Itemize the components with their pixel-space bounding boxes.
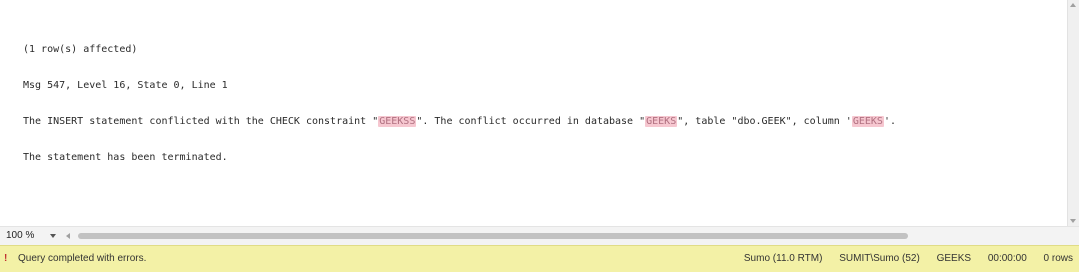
horizontal-scrollbar[interactable] bbox=[64, 231, 1064, 241]
chevron-down-icon[interactable] bbox=[50, 234, 56, 238]
column-name-redacted: GEEKS bbox=[851, 116, 884, 127]
zoom-value: 100 % bbox=[6, 230, 35, 241]
zoom-dropdown[interactable]: 100 % bbox=[4, 229, 60, 242]
status-server: Sumo (11.0 RTM) bbox=[743, 253, 823, 264]
error-detail-text: '. bbox=[883, 116, 896, 127]
horizontal-scroll-thumb[interactable] bbox=[78, 233, 908, 239]
scroll-left-icon[interactable] bbox=[66, 233, 70, 239]
database-name-redacted: GEEKS bbox=[645, 116, 678, 127]
constraint-name-redacted: GEEKSS bbox=[378, 116, 417, 127]
zoom-and-scroll-row: 100 % bbox=[0, 226, 1079, 245]
status-elapsed-time: 00:00:00 bbox=[987, 253, 1027, 264]
messages-pane[interactable]: (1 row(s) affected) Msg 547, Level 16, S… bbox=[0, 0, 1067, 226]
status-details: Sumo (11.0 RTM) SUMIT\Sumo (52) GEEKS 00… bbox=[730, 253, 1073, 265]
status-message: Query completed with errors. bbox=[18, 253, 147, 264]
scroll-up-icon[interactable] bbox=[1070, 3, 1076, 7]
vertical-scrollbar[interactable] bbox=[1067, 0, 1079, 226]
error-detail-text: ". The conflict occurred in database " bbox=[416, 116, 646, 127]
status-row-count: 0 rows bbox=[1043, 253, 1073, 264]
status-login: SUMIT\Sumo (52) bbox=[839, 253, 920, 264]
message-line-error-header: Msg 547, Level 16, State 0, Line 1 bbox=[23, 80, 228, 91]
message-line-error-detail: The INSERT statement conflicted with the… bbox=[23, 116, 896, 128]
scroll-down-icon[interactable] bbox=[1070, 219, 1076, 223]
messages-text: (1 row(s) affected) Msg 547, Level 16, S… bbox=[23, 20, 896, 188]
status-bar: ! Query completed with errors. Sumo (11.… bbox=[0, 245, 1079, 272]
error-warning-icon: ! bbox=[4, 253, 8, 264]
error-detail-text: The INSERT statement conflicted with the… bbox=[23, 116, 379, 127]
error-detail-text: ", table "dbo.GEEK", column ' bbox=[677, 116, 852, 127]
message-line-terminated: The statement has been terminated. bbox=[23, 152, 228, 163]
message-line-rows-affected: (1 row(s) affected) bbox=[23, 44, 138, 55]
status-database: GEEKS bbox=[936, 253, 972, 264]
